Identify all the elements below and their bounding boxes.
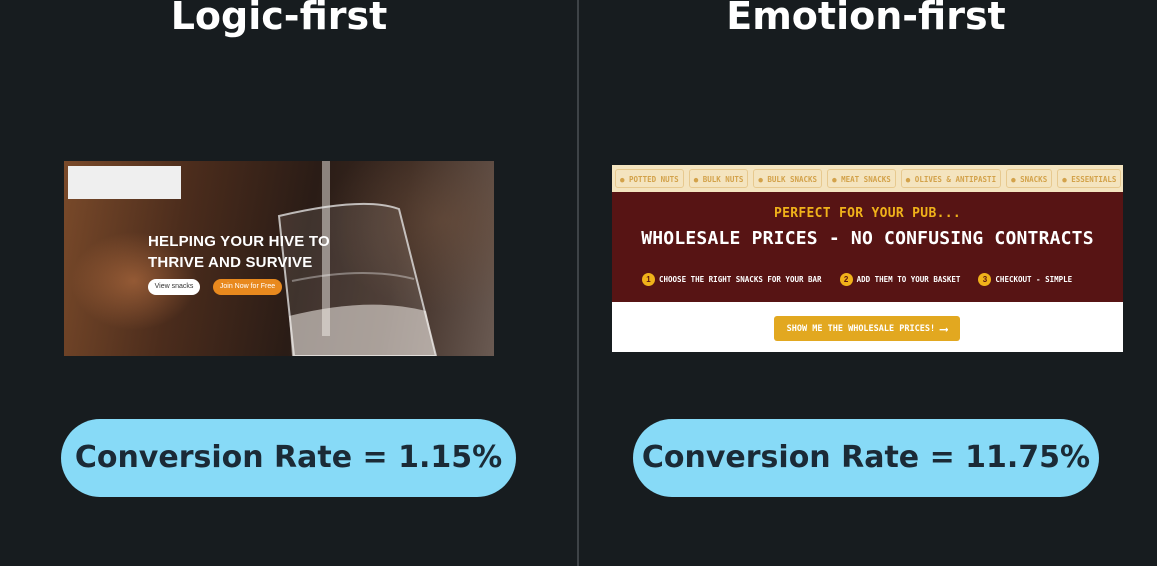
step-label: CHOOSE THE RIGHT SNACKS FOR YOUR BAR: [659, 274, 822, 284]
nav-item-olives-antipasti[interactable]: ● OLIVES & ANTIPASTI: [900, 169, 1002, 188]
nav-item-meat-snacks[interactable]: ● MEAT SNACKS: [827, 169, 896, 188]
step-label: ADD THEM TO YOUR BASKET: [856, 274, 961, 284]
step-2: 2 ADD THEM TO YOUR BASKET: [839, 272, 961, 286]
hero-headline: HELPING YOUR HIVE TO THRIVE AND SURVIVE: [148, 233, 330, 271]
step-label: CHECKOUT - SIMPLE: [995, 274, 1073, 284]
step-number-badge: 1: [642, 272, 655, 286]
emotion-first-landing-mockup: ● POTTED NUTS ● BULK NUTS ● BULK SNACKS …: [612, 165, 1123, 352]
join-now-button[interactable]: Join Now for Free: [213, 279, 282, 295]
right-panel-title: Emotion-first: [726, 0, 1006, 38]
step-number-badge: 2: [839, 272, 853, 286]
left-conversion-rate-badge: Conversion Rate = 1.15%: [61, 419, 516, 497]
step-3: 3 CHECKOUT - SIMPLE: [978, 272, 1073, 286]
center-divider: [577, 0, 579, 566]
steps-row: 1 CHOOSE THE RIGHT SNACKS FOR YOUR BAR 2…: [642, 271, 1122, 287]
nav-item-potted-nuts[interactable]: ● POTTED NUTS: [615, 169, 684, 188]
nav-item-bulk-nuts[interactable]: ● BULK NUTS: [688, 169, 749, 188]
left-panel-title: Logic-first: [170, 0, 388, 38]
right-conversion-rate-badge: Conversion Rate = 11.75%: [633, 419, 1099, 497]
cta-label: SHOW ME THE WHOLESALE PRICES!: [786, 323, 936, 334]
hero-subheading: PERFECT FOR YOUR PUB...: [774, 206, 961, 221]
nav-item-essentials[interactable]: ● ESSENTIALS: [1057, 169, 1122, 188]
view-snacks-button[interactable]: View snacks: [148, 279, 200, 295]
logo-placeholder: [68, 166, 181, 199]
hero-band: PERFECT FOR YOUR PUB... WHOLESALE PRICES…: [612, 192, 1123, 302]
wholesale-prices-button[interactable]: SHOW ME THE WHOLESALE PRICES! ⟶: [774, 316, 960, 341]
nav-item-snacks[interactable]: ● SNACKS: [1006, 169, 1053, 188]
step-number-badge: 3: [978, 272, 992, 286]
category-nav: ● POTTED NUTS ● BULK NUTS ● BULK SNACKS …: [612, 165, 1123, 192]
arrow-right-icon: ⟶: [940, 321, 948, 336]
nav-item-bulk-snacks[interactable]: ● BULK SNACKS: [753, 169, 823, 188]
logic-first-landing-mockup: HELPING YOUR HIVE TO THRIVE AND SURVIVE …: [64, 161, 494, 356]
step-1: 1 CHOOSE THE RIGHT SNACKS FOR YOUR BAR: [642, 272, 822, 286]
hero-heading: WHOLESALE PRICES - NO CONFUSING CONTRACT…: [641, 228, 1094, 249]
